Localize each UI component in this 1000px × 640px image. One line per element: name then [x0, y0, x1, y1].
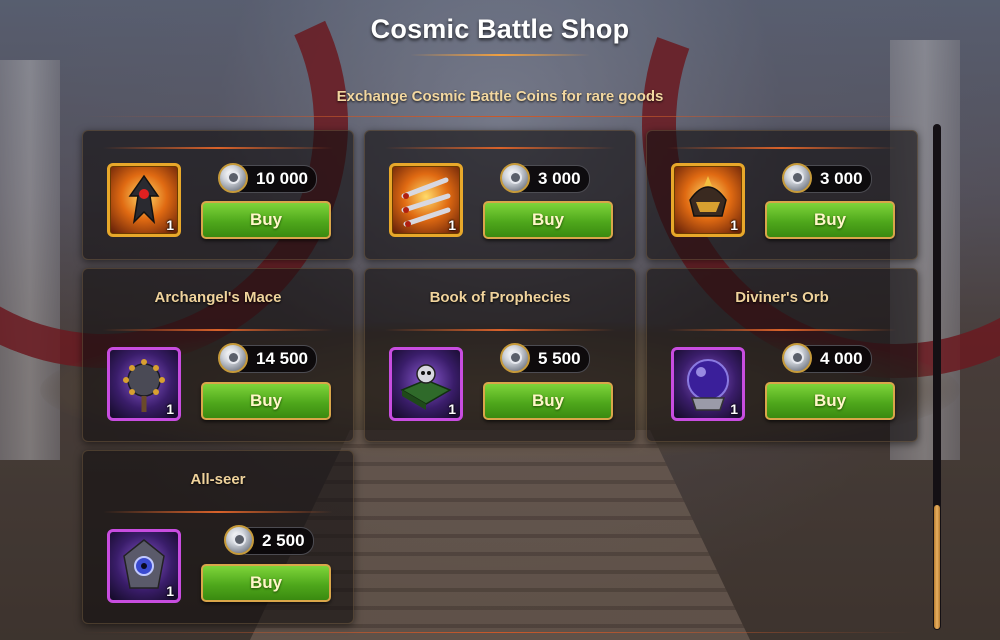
- item-quantity: 1: [448, 401, 456, 417]
- card-divider: [385, 329, 615, 331]
- cosmic-battle-coin-icon: [500, 163, 530, 193]
- price-value: 10 000: [256, 169, 308, 188]
- price-tag: 10 000: [218, 163, 317, 193]
- cosmic-battle-coin-icon: [782, 343, 812, 373]
- shop-card: Diviner's Orb 1 4 000 Buy: [646, 268, 918, 442]
- buy-button[interactable]: Buy: [201, 201, 331, 239]
- item-slot[interactable]: 1: [107, 529, 181, 603]
- item-slot[interactable]: 1: [389, 163, 463, 237]
- buy-button[interactable]: Buy: [765, 201, 895, 239]
- price-tag: 5 500: [500, 343, 590, 373]
- card-divider: [103, 329, 333, 331]
- buy-button[interactable]: Buy: [483, 382, 613, 420]
- item-quantity: 1: [166, 583, 174, 599]
- price-value: 5 500: [538, 349, 581, 368]
- subtitle-divider: [84, 116, 914, 117]
- cosmic-battle-coin-icon: [224, 525, 254, 555]
- buy-button[interactable]: Buy: [201, 382, 331, 420]
- item-name: Archangel's Mace: [154, 289, 282, 306]
- price-tag: 2 500: [224, 525, 314, 555]
- price-value: 4 000: [820, 349, 863, 368]
- price-value: 2 500: [262, 531, 305, 550]
- cosmic-battle-coin-icon: [218, 163, 248, 193]
- card-divider: [667, 329, 897, 331]
- item-slot[interactable]: 1: [671, 163, 745, 237]
- bottom-divider: [84, 632, 914, 633]
- price-value: 3 000: [538, 169, 581, 188]
- buy-button[interactable]: Buy: [765, 382, 895, 420]
- shop-title: Cosmic Battle Shop: [370, 14, 630, 44]
- shop-card: Book of Prophecies 1 5 500 Buy: [364, 268, 636, 442]
- item-name: All-seer: [190, 471, 246, 488]
- price-tag: 14 500: [218, 343, 317, 373]
- price-tag: 4 000: [782, 343, 872, 373]
- item-slot[interactable]: 1: [671, 347, 745, 421]
- shop-card: All-seer 1 2 500 Buy: [82, 450, 354, 624]
- item-name: Diviner's Orb: [735, 289, 829, 306]
- item-slot[interactable]: 1: [107, 163, 181, 237]
- item-quantity: 1: [730, 217, 738, 233]
- card-divider: [103, 147, 333, 149]
- price-value: 3 000: [820, 169, 863, 188]
- buy-button[interactable]: Buy: [201, 564, 331, 602]
- card-divider: [667, 147, 897, 149]
- shop-card: 1 3 000 Buy: [646, 130, 918, 260]
- scrollbar-thumb[interactable]: [934, 505, 940, 629]
- shop-card: Archangel's Mace 1 14 500 Buy: [82, 268, 354, 442]
- title-divider: [410, 54, 590, 56]
- shop-card: 1 3 000 Buy: [364, 130, 636, 260]
- card-divider: [103, 511, 333, 513]
- cosmic-battle-coin-icon: [500, 343, 530, 373]
- cosmic-battle-coin-icon: [218, 343, 248, 373]
- item-slot[interactable]: 1: [107, 347, 181, 421]
- item-quantity: 1: [166, 401, 174, 417]
- price-tag: 3 000: [500, 163, 590, 193]
- item-name: Book of Prophecies: [429, 289, 571, 306]
- price-tag: 3 000: [782, 163, 872, 193]
- item-quantity: 1: [730, 401, 738, 417]
- item-quantity: 1: [166, 217, 174, 233]
- shop-card: 1 10 000 Buy: [82, 130, 354, 260]
- buy-button[interactable]: Buy: [483, 201, 613, 239]
- price-value: 14 500: [256, 349, 308, 368]
- cosmic-battle-coin-icon: [782, 163, 812, 193]
- shop-subtitle: Exchange Cosmic Battle Coins for rare go…: [336, 88, 664, 105]
- item-slot[interactable]: 1: [389, 347, 463, 421]
- card-divider: [385, 147, 615, 149]
- item-quantity: 1: [448, 217, 456, 233]
